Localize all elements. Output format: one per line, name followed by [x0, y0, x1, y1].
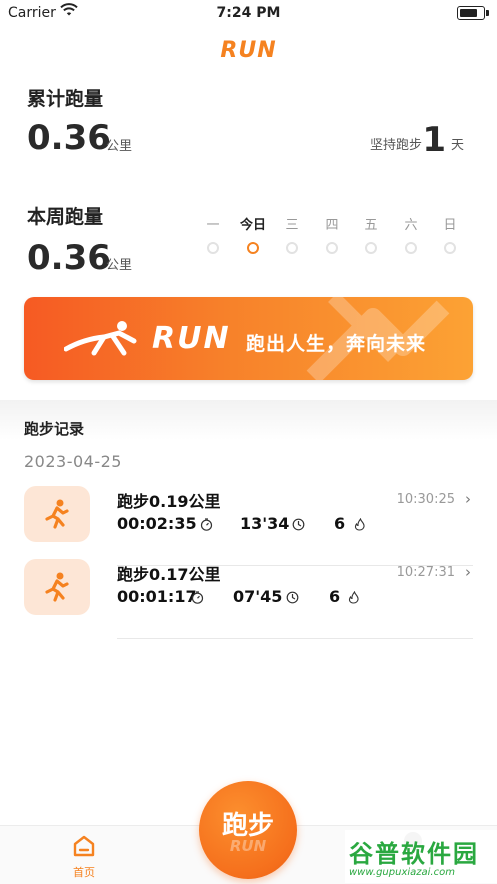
battery-icon [457, 6, 489, 20]
watermark-title: 谷普软件园 [349, 840, 479, 868]
watermark-url: www.gupuxiazai.com [349, 867, 455, 878]
app-logo: RUN [220, 38, 277, 63]
day-dot-icon [286, 242, 298, 254]
tab-home-label: 首页 [73, 866, 95, 879]
run-record-icon [24, 486, 90, 542]
chevron-right-icon: › [465, 490, 471, 508]
clock-label: 7:24 PM [216, 5, 281, 21]
weekly-distance-unit: 公里 [106, 258, 133, 273]
runner-logo-icon [64, 321, 137, 356]
day-dot-icon [405, 242, 417, 254]
record-title: 跑步0.17公里 [117, 565, 221, 584]
flame-icon [354, 518, 365, 531]
pace-clock-icon [286, 591, 299, 604]
record-title: 跑步0.19公里 [117, 492, 221, 511]
record-duration: 00:02:35 [117, 514, 197, 533]
pace-clock-icon [292, 518, 305, 531]
banner-logo-text: RUN [152, 321, 231, 356]
total-distance-value: 0.36 [27, 118, 111, 158]
week-day: 一 [200, 214, 226, 254]
total-distance-unit: 公里 [106, 139, 133, 154]
record-duration: 00:01:17 [117, 587, 197, 606]
streak-label: 坚持跑步 [369, 138, 422, 153]
week-day: 三 [279, 214, 305, 254]
week-day: 日 [437, 214, 463, 254]
site-watermark: 谷普软件园 www.gupuxiazai.com [345, 830, 497, 883]
records-date: 2023-04-25 [24, 452, 122, 471]
weekly-distance-title: 本周跑量 [27, 206, 104, 228]
day-dot-icon [365, 242, 377, 254]
stopwatch-icon [200, 518, 213, 531]
record-calories: 6 [334, 514, 346, 533]
stopwatch-icon [191, 591, 204, 604]
record-pace: 13'34 [240, 514, 290, 533]
record-calories: 6 [329, 587, 341, 606]
week-day-today: 今日 [240, 214, 266, 254]
home-icon [73, 835, 95, 857]
start-run-button[interactable]: 跑步 RUN [199, 781, 297, 879]
weekly-distance-value: 0.36 [27, 238, 111, 278]
promo-banner[interactable]: RUN 跑出人生，奔向未来 [24, 297, 473, 380]
record-time: 10:30:25 [396, 492, 455, 507]
day-dot-icon [207, 242, 219, 254]
day-dot-icon [326, 242, 338, 254]
start-run-sub-label: RUN [229, 837, 267, 855]
record-time: 10:27:31 [396, 565, 455, 580]
banner-slogan: 跑出人生，奔向未来 [246, 333, 427, 355]
total-distance-title: 累计跑量 [27, 88, 104, 110]
streak-value: 1 [422, 120, 446, 160]
week-day: 四 [319, 214, 345, 254]
status-bar: Carrier 7:24 PM [0, 0, 497, 26]
day-dot-icon [247, 242, 259, 254]
record-row[interactable]: 跑步0.19公里 10:30:25 › 00:02:35 13'34 6 [24, 486, 473, 566]
week-tracker: 一 今日 三 四 五 六 日 [200, 214, 470, 264]
streak-unit: 天 [450, 138, 464, 153]
chevron-right-icon: › [465, 563, 471, 581]
run-record-icon [24, 559, 90, 615]
record-pace: 07'45 [233, 587, 283, 606]
row-divider [117, 638, 473, 639]
record-row[interactable]: 跑步0.17公里 10:27:31 › 00:01:17 07'45 6 [24, 559, 473, 639]
week-day: 五 [358, 214, 384, 254]
tab-home[interactable]: 首页 [62, 834, 106, 880]
day-dot-icon [444, 242, 456, 254]
flame-icon [348, 591, 359, 604]
week-day: 六 [398, 214, 424, 254]
records-title: 跑步记录 [24, 420, 85, 438]
